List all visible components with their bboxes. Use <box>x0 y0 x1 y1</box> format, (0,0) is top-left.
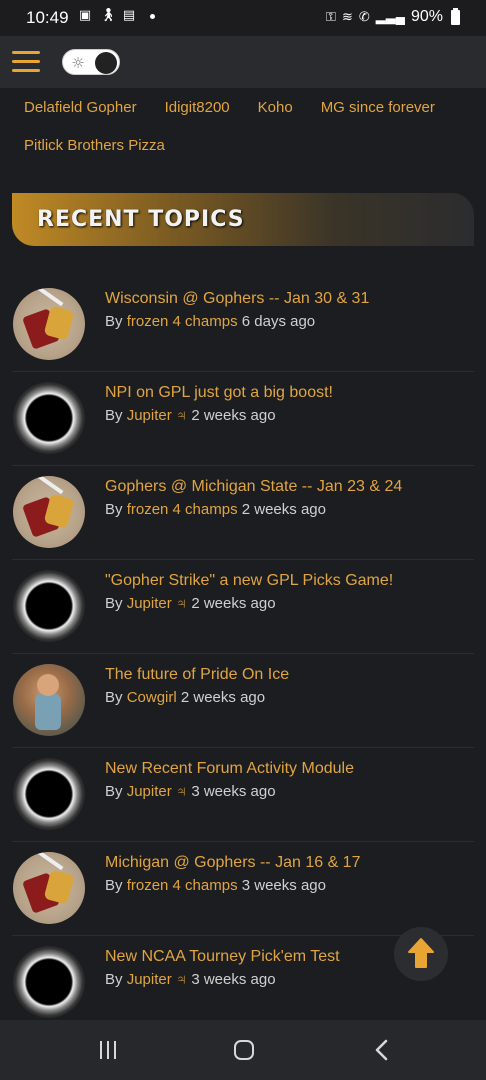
topic-author[interactable]: Jupiter ♃ <box>127 595 187 612</box>
toggle-knob <box>95 52 117 74</box>
topic-meta: By frozen 4 champs 6 days ago <box>105 313 315 330</box>
recent-topics-heading: RECENT TOPICS <box>37 207 245 232</box>
battery-icon <box>451 7 460 25</box>
by-label: By <box>105 313 123 330</box>
topic-title[interactable]: Michigan @ Gophers -- Jan 16 & 17 <box>105 854 360 872</box>
topic-title[interactable]: New NCAA Tourney Pick'em Test <box>105 948 340 966</box>
topic-time: 3 weeks ago <box>191 971 276 988</box>
topic-author[interactable]: Jupiter ♃ <box>127 783 187 800</box>
recent-topics-banner: RECENT TOPICS <box>12 193 474 246</box>
recent-apps-button[interactable] <box>100 1036 122 1064</box>
by-label: By <box>105 877 123 894</box>
status-bar: 10:49 ▣ 🚶︎ ▤ ⚿ ≋ ✆ ▂▃▄ 90% <box>0 0 486 36</box>
member-link[interactable]: Pitlick Brothers Pizza <box>24 137 165 154</box>
avatar[interactable] <box>13 476 85 548</box>
avatar[interactable] <box>13 758 85 830</box>
status-system-icons: ⚿ ≋ ✆ ▂▃▄ 90% <box>326 7 460 26</box>
hamburger-menu-icon[interactable] <box>12 51 40 73</box>
topic-author[interactable]: frozen 4 champs <box>127 877 238 894</box>
topic-time: 2 weeks ago <box>191 595 276 612</box>
member-link[interactable]: Koho <box>258 99 293 116</box>
vpn-key-icon: ⚿ <box>326 9 336 24</box>
by-label: By <box>105 971 123 988</box>
topic-title[interactable]: Wisconsin @ Gophers -- Jan 30 & 31 <box>105 290 369 308</box>
topic-row[interactable]: "Gopher Strike" a new GPL Picks Game! By… <box>12 560 474 654</box>
battery-percent: 90% <box>410 8 443 25</box>
topic-title[interactable]: Gophers @ Michigan State -- Jan 23 & 24 <box>105 478 402 496</box>
topic-time: 3 weeks ago <box>191 783 276 800</box>
topic-title[interactable]: NPI on GPL just got a big boost! <box>105 384 333 402</box>
avatar[interactable] <box>13 288 85 360</box>
topic-meta: By Cowgirl 2 weeks ago <box>105 689 265 706</box>
wifi-icon: ≋ <box>341 9 353 24</box>
status-notification-icons: ▣ 🚶︎ ▤ <box>78 9 155 23</box>
avatar[interactable] <box>13 852 85 924</box>
member-links-row: Pitlick Brothers Pizza <box>24 126 474 164</box>
more-notifications-dot <box>150 13 155 19</box>
topic-author[interactable]: Jupiter ♃ <box>127 407 187 424</box>
topic-meta: By frozen 4 champs 3 weeks ago <box>105 877 326 894</box>
call-icon: ✆ <box>358 9 370 24</box>
topic-time: 2 weeks ago <box>180 689 266 706</box>
by-label: By <box>105 407 123 424</box>
topic-meta: By frozen 4 champs 2 weeks ago <box>105 501 326 518</box>
avatar[interactable] <box>13 946 85 1018</box>
topic-author[interactable]: Jupiter ♃ <box>127 971 187 988</box>
member-link[interactable]: Delafield Gopher <box>24 99 137 116</box>
clipboard-icon: ▤ <box>122 8 136 23</box>
arrow-up-icon <box>408 938 434 968</box>
status-time: 10:49 <box>26 8 69 27</box>
topic-author[interactable]: frozen 4 champs <box>127 313 238 330</box>
back-button[interactable] <box>372 1036 392 1064</box>
system-nav-bar <box>0 1020 486 1080</box>
gallery-icon: ▣ <box>78 8 92 23</box>
by-label: By <box>105 783 123 800</box>
topic-row[interactable]: NPI on GPL just got a big boost! By Jupi… <box>12 372 474 466</box>
scroll-to-top-button[interactable] <box>394 927 448 981</box>
by-label: By <box>105 501 123 518</box>
member-links-row: Delafield Gopher Idigit8200 Koho MG sinc… <box>24 88 474 126</box>
topic-meta: By Jupiter ♃ 2 weeks ago <box>105 595 276 612</box>
member-link[interactable]: Idigit8200 <box>165 99 230 116</box>
topic-row[interactable]: Wisconsin @ Gophers -- Jan 30 & 31 By fr… <box>12 278 474 372</box>
avatar[interactable] <box>13 382 85 454</box>
topic-meta: By Jupiter ♃ 3 weeks ago <box>105 971 276 988</box>
member-link[interactable]: MG since forever <box>321 99 435 116</box>
recent-topics-list: Wisconsin @ Gophers -- Jan 30 & 31 By fr… <box>12 278 474 1030</box>
topic-time: 3 weeks ago <box>241 877 326 894</box>
member-links: Delafield Gopher Idigit8200 Koho MG sinc… <box>24 88 474 164</box>
by-label: By <box>105 595 123 612</box>
sun-icon: ☼ <box>71 54 85 72</box>
home-button[interactable] <box>234 1036 256 1064</box>
walking-icon: 🚶︎ <box>100 8 117 23</box>
topic-time: 6 days ago <box>241 313 316 330</box>
topic-title[interactable]: "Gopher Strike" a new GPL Picks Game! <box>105 572 393 590</box>
avatar[interactable] <box>13 664 85 736</box>
topic-meta: By Jupiter ♃ 3 weeks ago <box>105 783 276 800</box>
site-header: ☼ <box>0 36 486 88</box>
by-label: By <box>105 689 123 706</box>
topic-row[interactable]: Michigan @ Gophers -- Jan 16 & 17 By fro… <box>12 842 474 936</box>
topic-time: 2 weeks ago <box>191 407 276 424</box>
theme-toggle[interactable]: ☼ <box>62 49 120 75</box>
topic-row[interactable]: The future of Pride On Ice By Cowgirl 2 … <box>12 654 474 748</box>
topic-row[interactable]: Gophers @ Michigan State -- Jan 23 & 24 … <box>12 466 474 560</box>
topic-time: 2 weeks ago <box>241 501 326 518</box>
topic-meta: By Jupiter ♃ 2 weeks ago <box>105 407 276 424</box>
signal-icon: ▂▃▄ <box>375 9 405 24</box>
avatar[interactable] <box>13 570 85 642</box>
topic-row[interactable]: New Recent Forum Activity Module By Jupi… <box>12 748 474 842</box>
topic-title[interactable]: The future of Pride On Ice <box>105 666 289 684</box>
topic-title[interactable]: New Recent Forum Activity Module <box>105 760 354 778</box>
topic-author[interactable]: frozen 4 champs <box>127 501 238 518</box>
topic-author[interactable]: Cowgirl <box>127 689 177 706</box>
